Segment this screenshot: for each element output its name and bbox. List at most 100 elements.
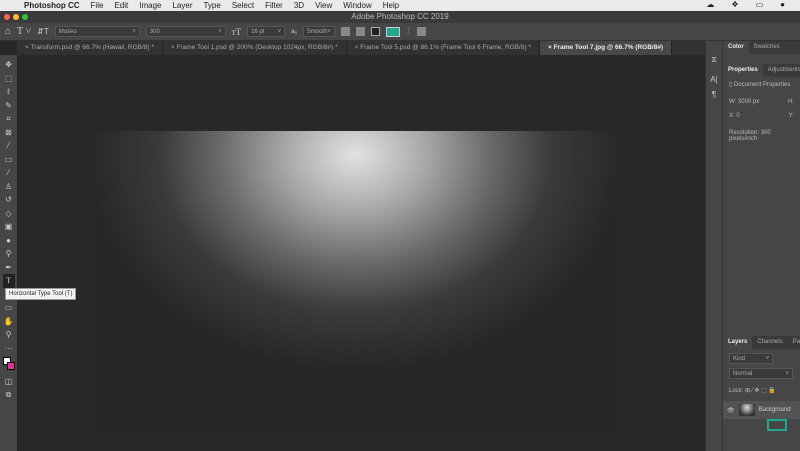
visibility-eye-icon[interactable]: 👁 xyxy=(727,407,735,414)
hand-tool-icon[interactable]: ✋ xyxy=(3,315,15,329)
healing-brush-tool-icon[interactable]: ▭ xyxy=(3,153,15,167)
menu-select[interactable]: Select xyxy=(232,1,254,10)
layer-row-background[interactable]: 👁 Background xyxy=(723,401,800,419)
tab-frame-tool-1[interactable]: × Frame Tool 1.psd @ 200% (Desktop 1024p… xyxy=(163,41,347,55)
menu-view[interactable]: View xyxy=(315,1,332,10)
dropbox-icon[interactable]: ❖ xyxy=(731,0,738,9)
height-label: H: xyxy=(788,99,794,105)
tools-panel: ✥ ⬚ ℓ ✎ ⌗ ⊠ ⁄ ▭ ⁄ ♙ ↺ ◇ ▣ ● ⚲ ✒ T ➤ ▭ ✋ … xyxy=(0,55,17,451)
tab-frame-tool-7[interactable]: × Frame Tool 7.jpg @ 66.7% (RGB/8#) xyxy=(539,41,673,55)
eraser-tool-icon[interactable]: ◇ xyxy=(3,207,15,221)
kind-filter-select[interactable]: Kind ˅ xyxy=(729,353,773,364)
menu-type[interactable]: Type xyxy=(203,1,220,10)
menu-3d[interactable]: 3D xyxy=(294,1,304,10)
clone-stamp-tool-icon[interactable]: ♙ xyxy=(3,180,15,194)
horizontal-type-tool-icon[interactable]: T xyxy=(2,274,15,288)
zoom-window-button[interactable] xyxy=(22,14,28,20)
home-icon[interactable]: ⌂ xyxy=(5,26,11,37)
minimize-window-button[interactable] xyxy=(13,14,19,20)
tab-layers[interactable]: Layers xyxy=(723,336,753,349)
tab-channels[interactable]: Channels xyxy=(752,336,787,349)
document-canvas-image[interactable] xyxy=(95,131,616,432)
crop-tool-icon[interactable]: ⌗ xyxy=(3,112,15,126)
blur-tool-icon[interactable]: ● xyxy=(3,234,15,248)
tab-paths[interactable]: Paths xyxy=(788,336,800,349)
color-swatches-icon[interactable] xyxy=(2,355,15,375)
canvas-area xyxy=(17,55,705,451)
menu-image[interactable]: Image xyxy=(139,1,161,10)
title-bar: Adobe Photoshop CC 2019 xyxy=(0,11,800,23)
zoom-tool-icon[interactable]: ⚲ xyxy=(3,328,15,342)
screen-mode-icon[interactable]: ⧉ xyxy=(3,389,15,403)
close-window-button[interactable] xyxy=(4,14,10,20)
tab-swatches[interactable]: Swatches xyxy=(749,41,785,54)
quick-mask-icon[interactable]: ◫ xyxy=(3,375,15,389)
blend-mode-select[interactable]: Normal ˅ xyxy=(729,368,793,379)
lasso-tool-icon[interactable]: ℓ xyxy=(3,85,15,99)
more-tools-icon[interactable]: ··· xyxy=(3,342,15,356)
history-panel-icon[interactable]: ⧖ xyxy=(708,53,720,67)
layer-thumbnail xyxy=(738,404,755,416)
font-size-icon: ᴛT xyxy=(231,26,242,37)
dodge-tool-icon[interactable]: ⚲ xyxy=(3,247,15,261)
quick-select-tool-icon[interactable]: ✎ xyxy=(3,99,15,113)
antialias-select[interactable]: Smooth ˅ xyxy=(302,26,335,37)
tab-frame-tool-5[interactable]: × Frame Tool 5.psd @ 86.1% (Frame Tool 6… xyxy=(347,41,540,55)
rectangle-tool-icon[interactable]: ▭ xyxy=(3,301,15,315)
tab-adjustments[interactable]: Adjustments xyxy=(763,64,800,77)
tab-transform[interactable]: × Transform.psd @ 66.7% (Hawaii, RGB/8) … xyxy=(17,41,163,55)
font-style-select[interactable]: 300 ˅ xyxy=(145,26,226,37)
menu-app[interactable]: Photoshop CC xyxy=(24,1,80,10)
align-left-icon[interactable] xyxy=(340,27,350,36)
brush-tool-icon[interactable]: ⁄ xyxy=(3,166,15,180)
move-tool-icon[interactable]: ✥ xyxy=(3,58,15,72)
align-center-icon[interactable] xyxy=(355,27,365,36)
menu-filter[interactable]: Filter xyxy=(265,1,283,10)
document-properties-header: ▯ Document Properties xyxy=(729,82,791,88)
app-icon[interactable]: ● xyxy=(780,0,785,9)
creative-cloud-icon[interactable]: ☁ xyxy=(706,0,714,9)
text-color-swatch[interactable] xyxy=(385,26,400,37)
tooltip: Horizontal Type Tool (T) xyxy=(5,288,77,300)
eyedropper-tool-icon[interactable]: ⁄ xyxy=(3,139,15,153)
tab-color[interactable]: Color xyxy=(723,41,749,54)
antialias-icon: aₐ xyxy=(291,28,297,35)
font-size-select[interactable]: 16 pt ˅ xyxy=(247,26,286,37)
menu-help[interactable]: Help xyxy=(383,1,399,10)
gradient-tool-icon[interactable]: ▣ xyxy=(3,220,15,234)
pen-tool-icon[interactable]: ✒ xyxy=(3,261,15,275)
warp-text-icon[interactable]: ⌶ xyxy=(406,26,411,37)
menu-layer[interactable]: Layer xyxy=(172,1,192,10)
menu-edit[interactable]: Edit xyxy=(114,1,128,10)
panel-icon-strip: ⧖ A| ¶ xyxy=(705,41,722,451)
width-value: W: 3000 px xyxy=(729,99,760,105)
right-panels: Color Swatches Properties Adjustments ▯ … xyxy=(722,41,800,451)
character-panel-icon[interactable]: A| xyxy=(708,73,720,87)
layer-name: Background xyxy=(758,407,791,413)
y-label: Y: xyxy=(788,113,794,119)
menu-window[interactable]: Window xyxy=(343,1,371,10)
paragraph-panel-icon[interactable]: ¶ xyxy=(708,88,720,102)
options-bar: ⌂ T ˅ ⇵T Museo ˅ 300 ˅ ᴛT 16 pt ˅ aₐ Smooth… xyxy=(0,23,800,41)
align-right-icon[interactable] xyxy=(370,27,380,36)
resolution-value: Resolution: 300 pixels/inch xyxy=(729,130,771,142)
font-family-select[interactable]: Museo ˅ xyxy=(54,26,140,37)
tab-properties[interactable]: Properties xyxy=(723,64,763,77)
menu-file[interactable]: File xyxy=(91,1,104,10)
type-tool-preset-icon[interactable]: T ˅ xyxy=(17,26,31,37)
text-orientation-icon[interactable]: ⇵T xyxy=(37,27,49,36)
display-icon[interactable]: ▭ xyxy=(756,0,764,9)
document-tabs: × Transform.psd @ 66.7% (Hawaii, RGB/8) … xyxy=(17,41,705,55)
watermark-logo xyxy=(767,419,787,431)
character-panel-icon[interactable] xyxy=(417,27,427,36)
system-tray: ☁ ❖ ▭ ● xyxy=(706,0,796,9)
window-title: Adobe Photoshop CC 2019 xyxy=(351,12,449,21)
lock-icons[interactable]: ⊞ ⁄ ✥ ⬚ 🔒 xyxy=(745,388,776,394)
history-brush-tool-icon[interactable]: ↺ xyxy=(3,193,15,207)
x-value: X: 0 xyxy=(729,113,740,119)
menu-bar: Photoshop CC File Edit Image Layer Type … xyxy=(0,0,800,11)
frame-tool-icon[interactable]: ⊠ xyxy=(3,126,15,140)
marquee-tool-icon[interactable]: ⬚ xyxy=(3,72,15,86)
layers-panel: Layers Channels Paths Kind˅ Normal˅ Lock… xyxy=(723,336,800,419)
properties-panel-tabs: Properties Adjustments xyxy=(723,64,800,77)
